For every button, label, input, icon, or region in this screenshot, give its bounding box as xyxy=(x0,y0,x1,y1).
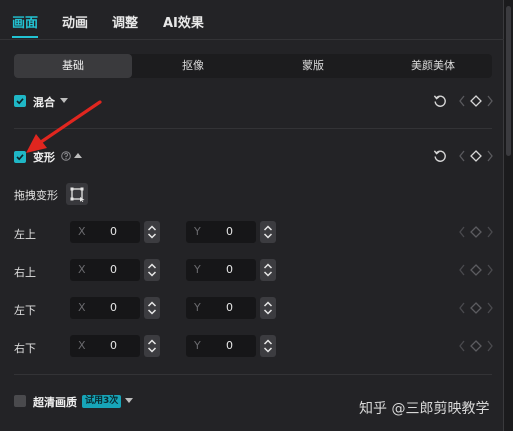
top-left-x-stepper[interactable] xyxy=(144,221,160,243)
value: 0 xyxy=(110,263,117,276)
value: 0 xyxy=(226,263,233,276)
subtab-cutout[interactable]: 抠像 xyxy=(134,54,252,78)
value: 0 xyxy=(226,225,233,238)
keyframe-nav-icon[interactable] xyxy=(458,94,494,108)
axis-label: Y xyxy=(194,339,201,352)
properties-panel: 画面 动画 调整 AI效果 基础 抠像 蒙版 美颜美体 混合 变形 拖拽变形 左… xyxy=(0,0,504,431)
top-right-y-stepper[interactable] xyxy=(260,259,276,281)
corner-label-top-left: 左上 xyxy=(14,228,36,241)
bottom-left-x-stepper[interactable] xyxy=(144,297,160,319)
bottom-right-x-input[interactable]: X0 xyxy=(70,335,140,357)
corner-label-bottom-left: 左下 xyxy=(14,304,36,317)
top-left-y-input[interactable]: Y0 xyxy=(186,221,256,243)
section-divider xyxy=(14,374,492,375)
crop-corners-icon xyxy=(70,187,85,202)
watermark-text: 知乎 @三郎剪映教学 xyxy=(359,401,490,417)
top-left-y-stepper[interactable] xyxy=(260,221,276,243)
bottom-left-y-stepper[interactable] xyxy=(260,297,276,319)
value: 0 xyxy=(226,339,233,352)
value: 0 xyxy=(110,339,117,352)
drag-transform-button[interactable] xyxy=(66,183,88,205)
subtab-basic[interactable]: 基础 xyxy=(14,54,132,78)
annotation-arrow-icon xyxy=(26,100,102,153)
axis-label: Y xyxy=(194,263,201,276)
top-left-x-input[interactable]: X0 xyxy=(70,221,140,243)
keyframe-nav-icon[interactable] xyxy=(458,149,494,163)
tab-animation[interactable]: 动画 xyxy=(62,12,88,31)
scrollbar[interactable] xyxy=(504,0,513,431)
axis-label: X xyxy=(78,301,86,314)
hd-label: 超清画质 xyxy=(33,396,77,409)
top-tab-bar: 画面 动画 调整 AI效果 xyxy=(0,0,504,40)
axis-label: X xyxy=(78,339,86,352)
scrollbar-thumb[interactable] xyxy=(506,6,511,156)
tab-ai-effects[interactable]: AI效果 xyxy=(163,12,204,31)
axis-label: X xyxy=(78,263,86,276)
keyframe-nav-icon[interactable] xyxy=(458,263,494,277)
reset-icon[interactable] xyxy=(433,94,447,108)
keyframe-nav-icon[interactable] xyxy=(458,339,494,353)
bottom-right-y-input[interactable]: Y0 xyxy=(186,335,256,357)
top-right-x-stepper[interactable] xyxy=(144,259,160,281)
value: 0 xyxy=(110,301,117,314)
axis-label: Y xyxy=(194,225,201,238)
corner-label-top-right: 右上 xyxy=(14,266,36,279)
chevron-down-icon[interactable] xyxy=(125,398,133,404)
bottom-left-x-input[interactable]: X0 xyxy=(70,297,140,319)
bottom-right-y-stepper[interactable] xyxy=(260,335,276,357)
subtab-beauty[interactable]: 美颜美体 xyxy=(374,54,492,78)
top-right-y-input[interactable]: Y0 xyxy=(186,259,256,281)
axis-label: Y xyxy=(194,301,201,314)
tab-adjust[interactable]: 调整 xyxy=(112,12,138,31)
drag-transform-label: 拖拽变形 xyxy=(14,189,58,202)
bottom-right-x-stepper[interactable] xyxy=(144,335,160,357)
trial-badge: 试用3次 xyxy=(82,395,122,408)
axis-label: X xyxy=(78,225,86,238)
top-right-x-input[interactable]: X0 xyxy=(70,259,140,281)
reset-icon[interactable] xyxy=(433,149,447,163)
keyframe-nav-icon[interactable] xyxy=(458,225,494,239)
corner-label-bottom-right: 右下 xyxy=(14,342,36,355)
value: 0 xyxy=(226,301,233,314)
tab-picture[interactable]: 画面 xyxy=(12,12,39,38)
subtab-mask[interactable]: 蒙版 xyxy=(254,54,372,78)
keyframe-nav-icon[interactable] xyxy=(458,301,494,315)
bottom-left-y-input[interactable]: Y0 xyxy=(186,297,256,319)
value: 0 xyxy=(110,225,117,238)
hd-checkbox[interactable] xyxy=(14,395,26,407)
sub-tab-bar: 基础 抠像 蒙版 美颜美体 xyxy=(14,54,492,78)
